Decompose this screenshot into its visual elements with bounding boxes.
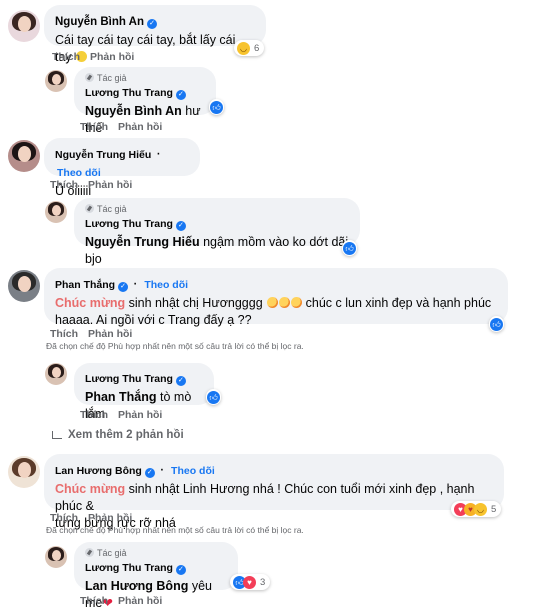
reply-bubble: Tác giả Lương Thu Trang ✓ Lan Hương Bông …: [74, 542, 238, 608]
reaction-summary[interactable]: 👍︎: [489, 316, 504, 332]
commenter-name[interactable]: Nguyễn Bình An: [55, 16, 144, 28]
reaction-summary[interactable]: ◡ 6: [234, 40, 265, 56]
heart-icon: ♥: [243, 575, 256, 589]
comment-text-line2: haaaa. Ai ngồi với c Trang đấy ạ ??: [55, 313, 252, 327]
verified-badge-icon: ✓: [175, 376, 186, 386]
reply-author-name[interactable]: Lương Thu Trang: [85, 373, 173, 385]
like-button[interactable]: Thích: [80, 409, 108, 421]
follow-button[interactable]: Theo dõi: [171, 465, 215, 477]
comment-bubble: Nguyễn Trung Hiếu · Theo dõi Ủ ôiiiiii: [44, 138, 200, 198]
reply-button[interactable]: Phản hồi: [118, 121, 162, 133]
avatar-author[interactable]: [45, 363, 67, 385]
like-icon: 👍︎: [490, 317, 503, 331]
reaction-summary[interactable]: ♥ ♥ ◡ 5: [451, 501, 502, 517]
avatar-author[interactable]: [45, 546, 67, 568]
mention-link[interactable]: Phan Thắng: [85, 390, 157, 404]
party-face-emoji-icon: [266, 297, 278, 308]
avatar-author[interactable]: [45, 201, 67, 223]
avatar-author[interactable]: [45, 70, 67, 92]
verified-badge-icon: ✓: [175, 565, 186, 575]
verified-badge-icon: ✓: [147, 19, 158, 29]
reply-author-name[interactable]: Lương Thu Trang: [85, 218, 173, 230]
follow-button[interactable]: Theo dõi: [57, 167, 101, 179]
reply-author-name[interactable]: Lương Thu Trang: [85, 87, 173, 99]
mention-link[interactable]: Nguyễn Bình An: [85, 104, 182, 118]
avatar-commenter[interactable]: [8, 456, 40, 488]
reply-button[interactable]: Phản hồi: [88, 179, 132, 191]
like-button[interactable]: Thích: [80, 121, 108, 133]
author-tag: Tác giả: [85, 547, 227, 558]
reaction-summary[interactable]: 👍︎ ♥ 3: [230, 574, 271, 590]
comment-bubble: Lan Hương Bông ✓ · Theo dõi Chúc mừng sin…: [44, 454, 504, 530]
comment-actions: Thích Phản hồi: [50, 328, 132, 340]
comment-text-cont: chúc c lun xinh đẹp và hạnh phúc: [302, 296, 492, 310]
mention-link[interactable]: Nguyễn Trung Hiếu: [85, 235, 200, 249]
author-tag: Tác giả: [85, 72, 205, 83]
reply-button[interactable]: Phản hồi: [118, 595, 162, 607]
author-pen-icon: [85, 548, 94, 557]
reply-button[interactable]: Phản hồi: [88, 512, 132, 524]
verified-badge-icon: ✓: [175, 221, 186, 231]
verified-badge-icon: ✓: [144, 468, 155, 478]
reply-bubble: Lương Thu Trang ✓ Phan Thắng tò mò lắm: [74, 363, 214, 421]
filter-note: Đã chọn chế độ Phù hợp nhất nên một số c…: [46, 341, 304, 351]
commenter-name[interactable]: Phan Thắng: [55, 279, 115, 291]
reply-bubble: Tác giả Lương Thu Trang ✓ Nguyễn Bình An …: [74, 67, 216, 135]
avatar-commenter[interactable]: [8, 140, 40, 172]
like-icon: 👍︎: [210, 100, 223, 114]
reaction-count: 6: [254, 42, 260, 54]
follow-button[interactable]: Theo dõi: [144, 279, 188, 291]
mention-link[interactable]: Lan Hương Bông: [85, 579, 188, 593]
reaction-count: 5: [491, 503, 497, 515]
comment-bubble: Phan Thắng ✓ · Theo dõi Chúc mừng sinh nh…: [44, 268, 508, 327]
haha-icon: ◡: [474, 502, 487, 516]
avatar-commenter[interactable]: [8, 270, 40, 302]
like-button[interactable]: Thích: [50, 512, 78, 524]
author-pen-icon: [85, 73, 94, 82]
comment-bubble: Nguyễn Bình An ✓ Cái tay cái tay cái tay,…: [44, 5, 266, 64]
party-face-emoji-icon: [290, 297, 302, 308]
reply-button[interactable]: Phản hồi: [118, 409, 162, 421]
reply-actions: Thích Phản hồi: [80, 595, 162, 607]
reply-author-name[interactable]: Lương Thu Trang: [85, 562, 173, 574]
reply-button[interactable]: Phản hồi: [88, 328, 132, 340]
reply-arrow-icon: [52, 431, 62, 439]
verified-badge-icon: ✓: [175, 90, 186, 100]
reply-actions: Thích Phản hồi: [80, 409, 162, 421]
like-button[interactable]: Thích: [52, 51, 80, 63]
like-button[interactable]: Thích: [50, 179, 78, 191]
reply-button[interactable]: Phản hồi: [90, 51, 134, 63]
commenter-name[interactable]: Lan Hương Bông: [55, 465, 142, 477]
filter-note: Đã chọn chế độ Phù hợp nhất nên một số c…: [46, 525, 304, 535]
comment-text: sinh nhật chị Hươngggg: [125, 296, 267, 310]
avatar-commenter[interactable]: [8, 10, 40, 42]
like-icon: 👍︎: [207, 390, 220, 404]
reaction-summary[interactable]: 👍︎: [342, 240, 357, 256]
reaction-summary[interactable]: 👍︎: [206, 389, 221, 405]
like-button[interactable]: Thích: [80, 595, 108, 607]
highlight-text: Chúc mừng: [55, 296, 126, 310]
author-tag: Tác giả: [85, 203, 349, 214]
view-more-replies[interactable]: Xem thêm 2 phản hồi: [52, 429, 184, 441]
reaction-summary[interactable]: 👍︎: [209, 99, 224, 115]
like-icon: 👍︎: [343, 241, 356, 255]
comment-actions: Thích Phản hồi: [50, 179, 132, 191]
comment-actions: Thích Phản hồi: [52, 51, 134, 63]
reply-actions: Thích Phản hồi: [80, 121, 162, 133]
highlight-text: Chúc mừng: [55, 482, 126, 496]
party-face-emoji-icon: [278, 297, 290, 308]
reaction-count: 3: [260, 576, 266, 588]
like-button[interactable]: Thích: [50, 328, 78, 340]
reply-bubble: Tác giả Lương Thu Trang ✓ Nguyễn Trung Hi…: [74, 198, 360, 266]
comment-actions: Thích Phản hồi: [50, 512, 132, 524]
author-pen-icon: [85, 204, 94, 213]
verified-badge-icon: ✓: [118, 282, 129, 292]
commenter-name[interactable]: Nguyễn Trung Hiếu: [55, 149, 151, 161]
haha-icon: ◡: [237, 41, 250, 55]
